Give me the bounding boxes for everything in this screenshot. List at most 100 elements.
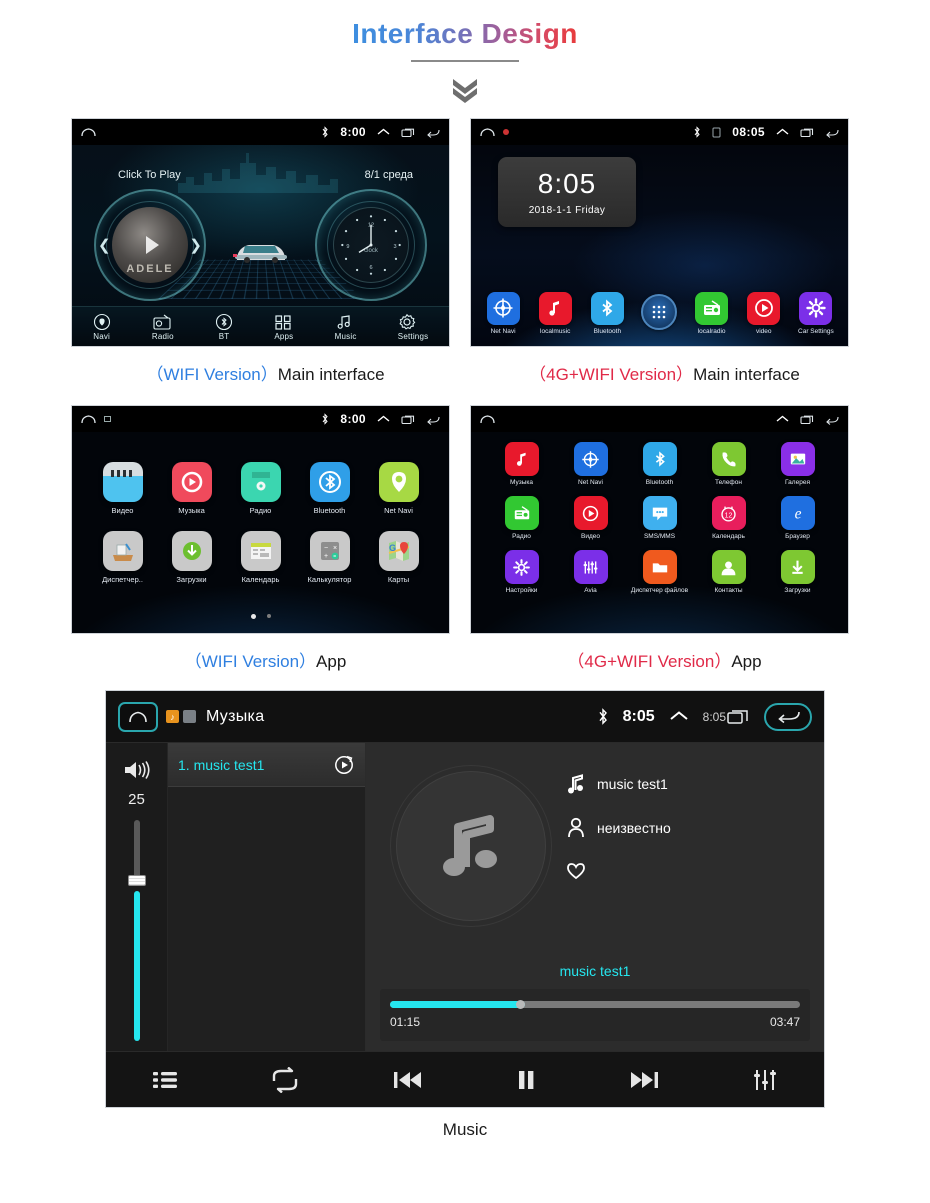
gallery-icon <box>780 442 815 476</box>
dock-item-car-settings[interactable]: Car Settings <box>791 291 841 335</box>
slider-handle[interactable] <box>127 875 146 887</box>
previous-track-icon[interactable]: ❮ <box>98 236 111 254</box>
equalizer-icon[interactable] <box>750 1067 780 1093</box>
back-icon[interactable] <box>825 127 839 138</box>
back-icon[interactable] <box>825 414 839 425</box>
app-item-maps[interactable]: G Карты <box>367 531 431 584</box>
app-item-file-manager[interactable]: Диспетчер файлов <box>628 550 692 594</box>
nav-item-navi[interactable]: Navi <box>93 313 111 341</box>
app-item-music[interactable]: Музыка <box>160 462 224 515</box>
app-item-netnavi[interactable]: Net Navi <box>367 462 431 515</box>
app-item-video[interactable]: Видео <box>91 462 155 515</box>
repeat-icon[interactable] <box>268 1066 302 1093</box>
play-icon[interactable] <box>145 236 159 254</box>
fourg-app-screen[interactable]: Музыка Net Navi Bluetooth Телефон Галере… <box>470 405 849 634</box>
app-item-bluetooth[interactable]: Bluetooth <box>298 462 362 515</box>
home-icon[interactable] <box>81 127 96 138</box>
album-art[interactable]: ADELE <box>112 207 188 283</box>
caption-version: （4G+WIFI Version） <box>529 365 694 384</box>
heart-icon[interactable] <box>566 861 586 881</box>
progress-bar[interactable] <box>390 1000 800 1009</box>
app-item-sms[interactable]: SMS/MMS <box>628 496 692 540</box>
dock-item-video[interactable]: video <box>739 291 789 335</box>
app-item-downloads[interactable]: Загрузки <box>766 550 830 594</box>
app-item-bluetooth[interactable]: Bluetooth <box>628 442 692 486</box>
home-icon[interactable] <box>480 127 495 138</box>
clock-widget[interactable]: 8:05 2018-1-1 Friday <box>498 157 636 227</box>
recent-apps-icon[interactable] <box>401 414 415 425</box>
dock-item-netnavi[interactable]: Net Navi <box>478 291 528 335</box>
home-icon[interactable] <box>81 414 96 425</box>
recent-apps-icon[interactable] <box>800 127 814 138</box>
clock-widget[interactable]: 12 3 6 9 clock <box>315 189 427 301</box>
nav-item-bt[interactable]: BT <box>215 313 233 341</box>
media-widget[interactable]: ADELE ❮ ❯ <box>94 189 206 301</box>
app-item-file-manager[interactable]: Диспетчер.. <box>91 531 155 584</box>
home-screen: 8:05 2018-1-1 Friday Net Navi localmusic… <box>471 145 848 346</box>
nav-item-music[interactable]: Music <box>335 313 357 341</box>
app-item-settings[interactable]: Настройки <box>490 550 554 594</box>
app-item-downloads[interactable]: Загрузки <box>160 531 224 584</box>
play-history-icon[interactable] <box>333 754 355 776</box>
app-label: Bluetooth <box>313 506 346 515</box>
playlist[interactable]: 1. music test1 <box>168 743 366 1051</box>
app-item-video[interactable]: Видео <box>559 496 623 540</box>
chevron-up-icon[interactable] <box>776 128 789 137</box>
page-dot-active[interactable] <box>250 614 256 619</box>
nav-item-settings[interactable]: Settings <box>398 313 429 341</box>
chevron-up-icon[interactable] <box>669 710 689 724</box>
app-item-contacts[interactable]: Контакты <box>697 550 761 594</box>
home-icon[interactable] <box>480 414 495 425</box>
list-item[interactable]: 1. music test1 <box>168 743 365 787</box>
play-circle-icon <box>747 291 781 325</box>
recent-apps-icon[interactable] <box>800 414 814 425</box>
radio-icon <box>240 462 281 502</box>
app-grid: Видео Музыка Радио Bluetooth Net Navi Ди… <box>72 432 449 633</box>
app-item-netnavi[interactable]: Net Navi <box>559 442 623 486</box>
next-icon[interactable] <box>628 1067 662 1093</box>
page-dot[interactable] <box>266 614 271 618</box>
app-item-browser[interactable]: e Браузер <box>766 496 830 540</box>
fourg-main-screen[interactable]: 08:05 8:05 2018-1-1 Friday Net Navi loca… <box>470 118 849 347</box>
app-item-calendar[interactable]: 12 Календарь <box>697 496 761 540</box>
back-icon[interactable] <box>426 414 440 425</box>
recent-apps-icon[interactable] <box>726 708 750 726</box>
back-icon[interactable] <box>426 127 440 138</box>
next-track-icon[interactable]: ❯ <box>189 236 202 254</box>
previous-icon[interactable] <box>390 1067 424 1093</box>
volume-slider[interactable] <box>127 820 146 1041</box>
app-item-radio[interactable]: Радио <box>229 462 293 515</box>
app-item-music[interactable]: Музыка <box>490 442 554 486</box>
list-icon[interactable] <box>150 1067 180 1093</box>
chevron-up-icon[interactable] <box>776 415 789 424</box>
app-item-radio[interactable]: Радио <box>490 496 554 540</box>
app-label: Календарь <box>241 575 280 584</box>
progress-handle[interactable] <box>516 1000 526 1009</box>
pause-icon[interactable] <box>512 1067 540 1093</box>
compass-icon <box>573 442 608 476</box>
nav-item-radio[interactable]: Radio <box>152 313 174 341</box>
music-player-screen[interactable]: ♪ Музыка 8:05 8:05 25 1. music test1 mus… <box>105 690 825 1108</box>
back-button[interactable] <box>764 702 812 731</box>
chevron-up-icon[interactable] <box>377 415 390 424</box>
dock-item-localradio[interactable]: localradio <box>687 291 737 335</box>
wifi-main-screen[interactable]: 8:00 Click To Play 8/1 среда ADELE ❮ ❯ 3… <box>71 118 450 347</box>
recent-apps-icon[interactable] <box>401 127 415 138</box>
app-label: Контакты <box>714 587 743 594</box>
volume-icon[interactable] <box>122 757 152 783</box>
home-button[interactable] <box>118 701 158 732</box>
app-item-calculator[interactable]: − × + = Калькулятор <box>298 531 362 584</box>
nav-item-apps[interactable]: Apps <box>274 313 293 341</box>
app-item-avia[interactable]: Avia <box>559 550 623 594</box>
album-title: ADELE <box>126 263 174 275</box>
clock-date: 2018-1-1 Friday <box>528 205 606 216</box>
dock-item-bluetooth[interactable]: Bluetooth <box>582 291 632 335</box>
dock-item-app-drawer[interactable] <box>634 293 684 333</box>
app-item-calendar[interactable]: Календарь <box>229 531 293 584</box>
wifi-app-screen[interactable]: 8:00 Видео Музыка Радио Bluetooth Net Na… <box>71 405 450 634</box>
app-item-gallery[interactable]: Галерея <box>766 442 830 486</box>
chevron-up-icon[interactable] <box>377 128 390 137</box>
app-item-phone[interactable]: Телефон <box>697 442 761 486</box>
favorite-row[interactable] <box>566 861 671 881</box>
dock-item-localmusic[interactable]: localmusic <box>530 291 580 335</box>
